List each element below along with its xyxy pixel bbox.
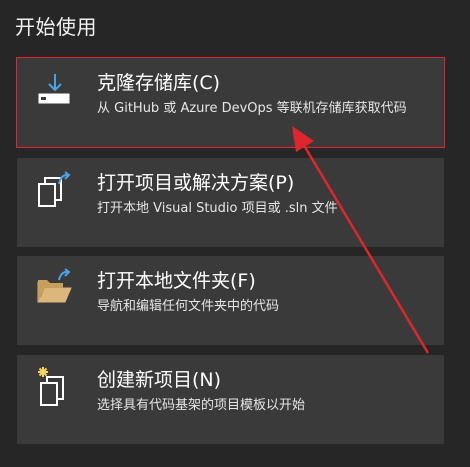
open-folder-title: 打开本地文件夹(F)	[97, 270, 256, 292]
open-folder-button[interactable]: 打开本地文件夹(F) 导航和编辑任何文件夹中的代码	[17, 256, 444, 345]
clone-repository-button[interactable]: 克隆存储库(C) 从 GitHub 或 Azure DevOps 等联机存储库获…	[16, 57, 445, 148]
open-project-title: 打开项目或解决方案(P)	[97, 172, 295, 194]
page-title: 开始使用	[15, 15, 97, 39]
new-project-button[interactable]: 创建新项目(N) 选择具有代码基架的项目模板以开始	[17, 355, 444, 444]
clone-repository-title: 克隆存储库(C)	[97, 72, 221, 94]
open-project-icon	[35, 170, 75, 210]
open-project-button[interactable]: 打开项目或解决方案(P) 打开本地 Visual Studio 项目或 .sln…	[17, 158, 444, 247]
new-project-icon	[35, 367, 75, 407]
open-folder-desc: 导航和编辑任何文件夹中的代码	[97, 299, 280, 314]
new-project-desc: 选择具有代码基架的项目模板以开始	[97, 398, 306, 413]
clone-download-icon	[35, 70, 75, 110]
open-folder-icon	[35, 268, 75, 308]
open-project-desc: 打开本地 Visual Studio 项目或 .sln 文件	[97, 201, 338, 216]
clone-repository-desc: 从 GitHub 或 Azure DevOps 等联机存储库获取代码	[97, 101, 407, 116]
new-project-title: 创建新项目(N)	[97, 369, 222, 391]
